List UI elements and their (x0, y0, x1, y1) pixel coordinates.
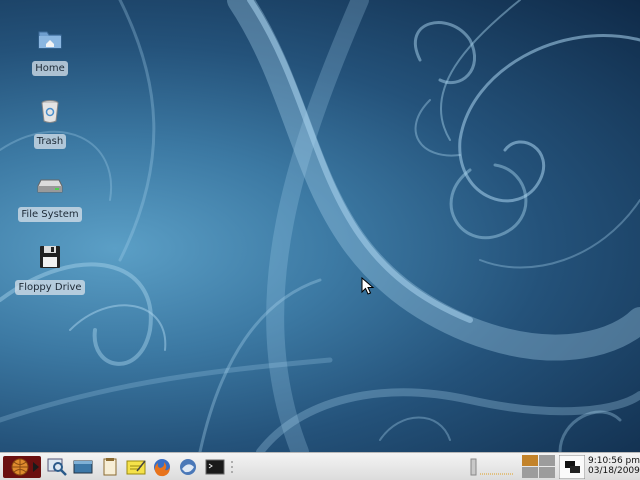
desktop[interactable]: Home Trash File System Floppy Drive (0, 0, 640, 452)
desktop-icon-trash[interactable]: Trash (13, 97, 87, 149)
desktop-icon-home[interactable]: Home (13, 24, 87, 76)
clock-date: 03/18/2009 (588, 466, 640, 476)
desktop-icon-label: Trash (33, 134, 67, 149)
system-tray (470, 458, 514, 476)
desktop-icon[interactable] (72, 457, 94, 477)
desktop-icon-label: File System (18, 207, 82, 222)
text-editor-icon[interactable] (99, 457, 121, 477)
desktop-icon-floppy-drive[interactable]: Floppy Drive (13, 243, 87, 295)
pager-desktop-4[interactable] (539, 467, 555, 478)
pager-desktop-2[interactable] (539, 455, 555, 466)
hard-drive-icon (37, 179, 63, 193)
trash-icon (41, 100, 59, 123)
terminal-icon[interactable] (204, 457, 226, 477)
firefox-icon[interactable] (151, 457, 173, 477)
panel-separator-handle[interactable] (229, 457, 235, 477)
start-menu-button[interactable] (3, 456, 41, 478)
pager-desktop-3[interactable] (522, 467, 538, 478)
notes-icon[interactable] (125, 457, 147, 477)
desktop-icon-label: Home (32, 61, 68, 76)
show-desktop-icon[interactable] (559, 455, 585, 479)
thunderbird-icon[interactable] (177, 457, 199, 477)
floppy-icon (40, 246, 60, 268)
desktop-icon-file-system[interactable]: File System (13, 170, 87, 222)
desktop-icon-label: Floppy Drive (15, 280, 85, 295)
taskbar-panel: 9:10:56 pm 03/18/2009 (0, 452, 640, 480)
clock[interactable]: 9:10:56 pm 03/18/2009 (588, 456, 640, 476)
folder-home-icon (38, 31, 62, 49)
mouse-pointer-icon (361, 277, 375, 295)
pager-desktop-1[interactable] (522, 455, 538, 466)
wallpaper-swirls (0, 0, 640, 452)
search-icon[interactable] (46, 457, 68, 477)
clock-time: 9:10:56 pm (588, 456, 640, 466)
